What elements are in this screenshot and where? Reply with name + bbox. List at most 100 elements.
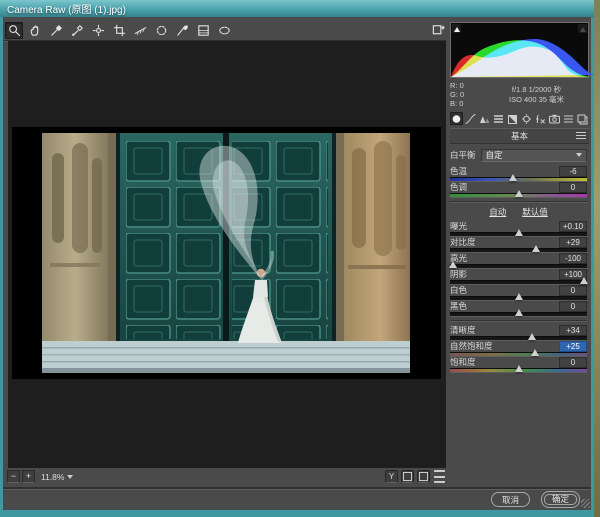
highlight-clipping-icon <box>580 27 586 32</box>
hand-tool-button[interactable] <box>26 22 44 39</box>
spot-removal-tool-button[interactable] <box>152 22 170 39</box>
vibrance-track[interactable] <box>450 352 587 357</box>
slider-thumb[interactable] <box>515 190 523 197</box>
white-balance-select[interactable]: 自定 <box>481 149 587 162</box>
white-balance-tool-button[interactable] <box>47 22 65 39</box>
sharpen-icon <box>478 113 491 125</box>
auto-default-links: 自动 默认值 <box>450 206 587 218</box>
slider-thumb[interactable] <box>509 174 517 181</box>
panel-menu-icon[interactable] <box>576 132 586 140</box>
swap-settings-button[interactable] <box>417 470 430 483</box>
zoom-level-select[interactable]: 11.8% <box>41 472 73 482</box>
rgb-readout: R: 0 G: 0 B: 0 <box>450 81 484 108</box>
default-link[interactable]: 默认值 <box>522 206 548 218</box>
zoom-out-button[interactable]: − <box>7 470 20 483</box>
eyedropper-icon <box>49 23 64 38</box>
before-after-view-button[interactable]: Y <box>385 470 398 483</box>
target-icon <box>91 23 106 38</box>
chevron-down-icon <box>67 475 73 479</box>
contrast-value[interactable]: +29 <box>559 237 587 248</box>
tab-hsl-grayscale[interactable] <box>492 112 505 125</box>
highlights-track[interactable] <box>450 264 587 269</box>
tint-value[interactable]: 0 <box>559 182 587 193</box>
window-titlebar[interactable]: Camera Raw (原图 (1).jpg) <box>0 0 594 17</box>
image-canvas[interactable] <box>12 127 441 379</box>
slider-thumb[interactable] <box>515 365 523 372</box>
slider-contrast: 对比度+29 <box>450 237 587 253</box>
slider-thumb[interactable] <box>515 309 523 316</box>
clarity-value[interactable]: +34 <box>559 325 587 336</box>
slider-thumb[interactable] <box>515 293 523 300</box>
highlight-clipping-button[interactable] <box>578 24 587 33</box>
blacks-value[interactable]: 0 <box>559 301 587 312</box>
exposure-track[interactable] <box>450 232 587 237</box>
slider-highlights: 高光-100 <box>450 253 587 269</box>
whites-track[interactable] <box>450 296 587 301</box>
tab-tone-curve[interactable] <box>464 112 477 125</box>
ok-button[interactable]: 确定 <box>541 491 580 508</box>
copy-settings-button[interactable] <box>401 470 414 483</box>
tab-effects[interactable] <box>534 112 547 125</box>
split-square-icon <box>506 113 519 125</box>
exposure-value[interactable]: +0.10 <box>559 221 587 232</box>
panel-title: 基本 <box>511 130 528 142</box>
panel-tabs <box>450 112 589 125</box>
curve-icon <box>464 113 477 125</box>
histogram <box>450 22 589 78</box>
targeted-adjustment-tool-button[interactable] <box>89 22 107 39</box>
tab-basic[interactable] <box>450 112 463 125</box>
graduated-filter-tool-button[interactable] <box>194 22 212 39</box>
graduated-filter-icon <box>196 23 211 38</box>
resize-grip[interactable] <box>581 499 590 508</box>
slider-vibrance: 自然饱和度+25 <box>450 341 587 357</box>
tab-detail[interactable] <box>478 112 491 125</box>
toolbar <box>5 21 233 39</box>
slider-thumb[interactable] <box>532 245 540 252</box>
shadow-clipping-icon <box>454 27 460 32</box>
slider-thumb[interactable] <box>515 229 523 236</box>
straighten-icon <box>133 23 148 38</box>
whites-value[interactable]: 0 <box>559 285 587 296</box>
slider-tint: 色调0 <box>450 182 587 198</box>
contrast-track[interactable] <box>450 248 587 253</box>
transform-tool-button[interactable] <box>110 22 128 39</box>
blacks-track[interactable] <box>450 312 587 317</box>
saturation-track[interactable] <box>450 368 587 373</box>
tab-presets[interactable] <box>562 112 575 125</box>
cancel-button[interactable]: 取消 <box>491 492 530 507</box>
tab-camera-calibration[interactable] <box>548 112 561 125</box>
photo-bride-cathedral <box>42 133 410 373</box>
preview-menu-button[interactable] <box>433 470 446 483</box>
tab-lens-corrections[interactable] <box>520 112 533 125</box>
square-icon <box>419 472 428 481</box>
auto-link[interactable]: 自动 <box>489 206 506 218</box>
tab-split-toning[interactable] <box>506 112 519 125</box>
slider-thumb[interactable] <box>449 261 457 268</box>
straighten-tool-button[interactable] <box>131 22 149 39</box>
slider-thumb[interactable] <box>580 277 588 284</box>
zoom-tool-button[interactable] <box>5 22 23 39</box>
slider-thumb[interactable] <box>528 333 536 340</box>
adjustment-brush-tool-button[interactable] <box>173 22 191 39</box>
shadows-track[interactable] <box>450 280 587 285</box>
temperature-value[interactable]: -6 <box>559 166 587 177</box>
radial-filter-tool-button[interactable] <box>215 22 233 39</box>
slider-temperature: 色温-6 <box>450 166 587 182</box>
shadow-clipping-button[interactable] <box>452 24 461 33</box>
zoom-level-value: 11.8% <box>41 472 64 482</box>
vibrance-value[interactable]: +25 <box>559 341 587 352</box>
zoom-in-button[interactable]: + <box>22 470 35 483</box>
temperature-track[interactable] <box>450 177 587 182</box>
saturation-value[interactable]: 0 <box>559 357 587 368</box>
slider-exposure: 曝光+0.10 <box>450 221 587 237</box>
color-sampler-icon <box>70 23 85 38</box>
divider <box>450 201 587 202</box>
color-sampler-tool-button[interactable] <box>68 22 86 39</box>
window-title: Camera Raw (原图 (1).jpg) <box>7 1 126 16</box>
preferences-button[interactable] <box>429 21 447 38</box>
slider-thumb[interactable] <box>531 349 539 356</box>
tab-snapshots[interactable] <box>576 112 589 125</box>
clarity-track[interactable] <box>450 336 587 341</box>
highlights-value[interactable]: -100 <box>559 253 587 264</box>
tint-track[interactable] <box>450 193 587 198</box>
